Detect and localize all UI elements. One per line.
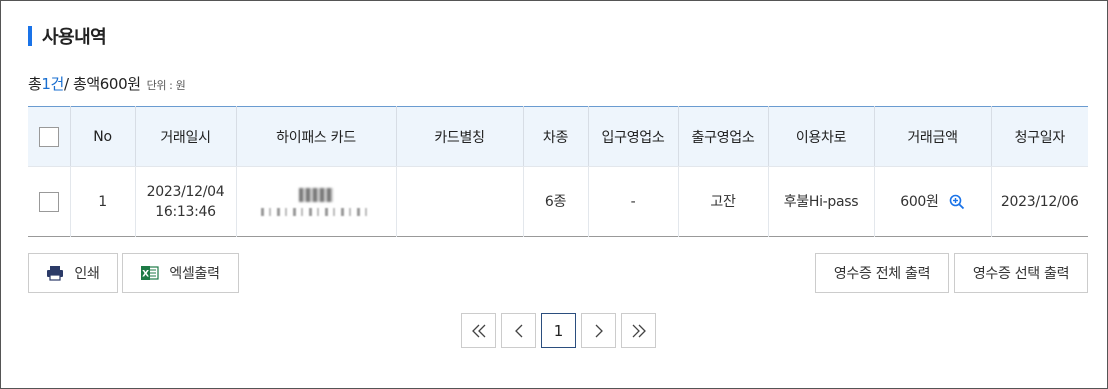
cell-card — [236, 166, 397, 237]
header-datetime[interactable]: 거래일시 — [135, 106, 237, 167]
cell-time: 16:13:46 — [155, 203, 216, 220]
summary-count: 1건 — [41, 75, 64, 93]
receipt-print-all-button[interactable]: 영수증 전체 출력 — [815, 253, 949, 293]
header-billing-date[interactable]: 청구일자 — [991, 106, 1088, 167]
summary-separator: / 총액 — [63, 75, 100, 93]
cell-entry-office: - — [588, 166, 679, 237]
double-chevron-left-icon — [471, 324, 485, 337]
section-header: 사용내역 — [28, 23, 107, 49]
chevron-right-icon — [595, 324, 603, 337]
row-checkbox[interactable] — [38, 191, 59, 212]
header-card[interactable]: 하이패스 카드 — [236, 106, 397, 167]
cell-date: 2023/12/04 — [146, 183, 225, 200]
header-no[interactable]: No — [70, 106, 136, 167]
summary-line: 총 1건 / 총액 600원 단위 : 원 — [28, 73, 186, 94]
receipt-print-selected-button[interactable]: 영수증 선택 출력 — [954, 253, 1088, 293]
page-title: 사용내역 — [42, 27, 107, 48]
page-1-button[interactable]: 1 — [541, 313, 576, 348]
usage-table: No 거래일시 하이패스 카드 카드별칭 차종 입구영업소 출구영업소 이용차로… — [28, 106, 1088, 237]
zoom-in-icon[interactable] — [949, 194, 965, 210]
header-amount[interactable]: 거래금액 — [874, 106, 992, 167]
summary-total: 600원 — [99, 75, 141, 93]
print-button-label: 인쇄 — [74, 266, 100, 282]
last-page-button[interactable] — [621, 313, 656, 348]
header-entry-office[interactable]: 입구영업소 — [588, 106, 679, 167]
table-header-row: No 거래일시 하이패스 카드 카드별칭 차종 입구영업소 출구영업소 이용차로… — [28, 106, 1088, 167]
cell-exit-office: 고잔 — [678, 166, 769, 237]
printer-icon — [46, 265, 64, 281]
header-card-alias[interactable]: 카드별칭 — [396, 106, 524, 167]
summary-unit-note: 단위 : 원 — [146, 79, 186, 92]
header-vehicle-type[interactable]: 차종 — [523, 106, 589, 167]
excel-button-label: 엑셀출력 — [169, 266, 220, 282]
cell-amount: 600원 — [874, 166, 992, 237]
header-exit-office[interactable]: 출구영업소 — [678, 106, 769, 167]
excel-export-button[interactable]: X 엑셀출력 — [122, 253, 239, 293]
svg-text:X: X — [143, 270, 150, 280]
cell-card-alias — [396, 166, 524, 237]
cell-vehicle-type: 6종 — [523, 166, 589, 237]
next-page-button[interactable] — [581, 313, 616, 348]
chevron-left-icon — [514, 324, 522, 337]
excel-icon: X — [141, 265, 159, 281]
prev-page-button[interactable] — [501, 313, 536, 348]
title-accent-bar — [28, 26, 32, 46]
cell-amount-value: 600원 — [900, 193, 939, 210]
cell-no: 1 — [70, 166, 136, 237]
cell-datetime: 2023/12/04 16:13:46 — [135, 166, 237, 237]
print-button[interactable]: 인쇄 — [28, 253, 118, 293]
redacted-card-number — [261, 187, 371, 216]
usage-history-panel: 사용내역 총 1건 / 총액 600원 단위 : 원 No 거래일시 하이패스 … — [0, 0, 1108, 389]
double-chevron-right-icon — [632, 324, 646, 337]
cell-billing-date: 2023/12/06 — [1000, 193, 1079, 210]
summary-count-prefix: 총 — [28, 75, 42, 93]
row-select-cell — [28, 166, 71, 237]
select-all-checkbox[interactable] — [38, 126, 59, 147]
table-row: 1 2023/12/04 16:13:46 6종 - 고잔 후불Hi-pass — [28, 166, 1088, 237]
cell-lane: 후불Hi-pass — [768, 166, 875, 237]
select-all-cell — [28, 106, 71, 167]
first-page-button[interactable] — [461, 313, 496, 348]
header-lane[interactable]: 이용차로 — [768, 106, 875, 167]
